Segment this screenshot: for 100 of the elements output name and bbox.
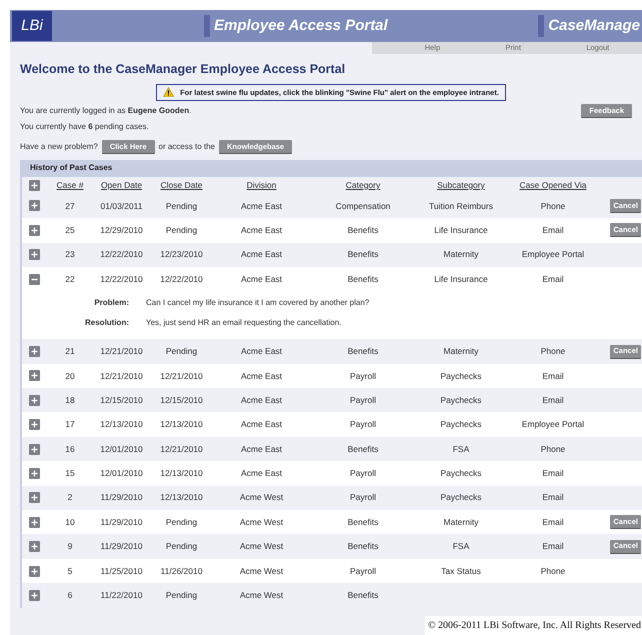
table-cell-text: 11/29/2010: [100, 516, 144, 529]
table-cell-text: 12/13/2010: [159, 491, 204, 504]
table-cell-text: Tuition Reimburs: [428, 200, 494, 212]
expand-icon[interactable]: [28, 180, 40, 191]
table-cell-text: Email: [541, 272, 565, 286]
table-cell-text: 11/29/2010: [100, 540, 144, 553]
table-cell-text: Acme West: [238, 540, 284, 553]
table-cell-text: Phone: [540, 442, 566, 456]
table-cell-text: Email: [541, 370, 565, 382]
table-cell-text: Acme East: [240, 418, 284, 432]
table-cell-text: Benefits: [346, 248, 380, 262]
table-cell-text: Benefits: [346, 589, 380, 602]
table-cell-text: Email: [541, 224, 565, 237]
table-cell-text: 12/13/2010: [159, 418, 204, 432]
expand-icon[interactable]: [28, 566, 40, 577]
table-cell-text: 12/01/2010: [99, 442, 144, 456]
column-header[interactable]: Close Date: [149, 178, 214, 192]
table-cell-text: 11/29/2010: [100, 491, 144, 504]
expand-icon[interactable]: [28, 394, 40, 406]
expand-icon[interactable]: [28, 346, 40, 357]
column-header[interactable]: Division: [214, 178, 309, 192]
table-cell-text: Acme East: [240, 200, 284, 212]
table-cell-text: Benefits: [346, 345, 380, 358]
expand-icon[interactable]: [28, 516, 40, 528]
table-cell-text: Acme East: [240, 442, 284, 456]
expand-icon[interactable]: [28, 419, 40, 430]
table-cell-text: 17: [64, 418, 76, 432]
table-cell-text: 20: [64, 370, 76, 382]
table-cell-text: 12/29/2010: [99, 224, 144, 237]
table-cell-text: 12/15/2010: [99, 394, 144, 407]
expand-icon[interactable]: [28, 541, 40, 552]
table-cell-text: Email: [541, 516, 565, 529]
expand-icon[interactable]: [28, 468, 40, 479]
table-cell-text: Acme East: [240, 467, 284, 480]
table-cell-text: Phone: [540, 564, 566, 578]
table-cell-text: Payroll: [349, 394, 377, 407]
expand-icon[interactable]: [28, 370, 40, 382]
table-cell-text: 12/22/2010: [99, 272, 144, 286]
table-cell-text: 25: [64, 224, 76, 237]
copyright-text: © 2006-2011 LBi Software, Inc. All Rights Reserved: [424, 616, 642, 635]
table-cell-text: Pending: [164, 589, 198, 602]
detail-label: Resolution:: [84, 317, 130, 330]
collapse-icon[interactable]: [28, 274, 40, 285]
table-cell-text: Life Insurance: [433, 224, 489, 237]
table-cell-text: Pending: [164, 200, 198, 212]
table-cell-text: 12/15/2010: [159, 394, 204, 407]
detail-text: Yes, just send HR an email requesting the cancellation.: [146, 317, 342, 330]
table-cell-text: Benefits: [346, 272, 380, 286]
table-cell-text: 12/01/2010: [99, 467, 144, 480]
table-cell-text: 16: [64, 442, 76, 456]
table-cell-text: 11/22/2010: [100, 589, 144, 602]
expand-icon[interactable]: [28, 492, 40, 504]
welcome-heading: Welcome to the CaseManager Employee Access Portal: [20, 61, 346, 78]
expand-icon[interactable]: [28, 590, 40, 601]
table-cell-text: 18: [64, 394, 76, 407]
column-header[interactable]: Open Date: [94, 178, 149, 192]
table-cell-text: Paychecks: [439, 394, 483, 407]
column-header[interactable]: Case Opened Via: [505, 178, 601, 192]
table-cell-text: 12/23/2010: [159, 248, 204, 262]
table-cell-text: 22: [64, 272, 76, 286]
table-cell-text: Payroll: [349, 491, 377, 504]
table-cell-text: Pending: [164, 540, 198, 553]
table-cell-text: Acme West: [238, 516, 284, 529]
table-cell-text: Benefits: [346, 516, 380, 529]
detail-label: Problem:: [93, 297, 130, 310]
table-cell-text: 12/21/2010: [99, 370, 144, 382]
table-cell-text: Pending: [164, 345, 198, 358]
table-cell-text: Employee Portal: [520, 248, 586, 262]
table-cell-text: Phone: [540, 200, 566, 212]
access-text: or access to the: [158, 140, 215, 153]
column-header[interactable]: Subcategory: [417, 178, 505, 192]
column-header[interactable]: Category: [309, 178, 417, 192]
table-cell-text: 11/26/2010: [160, 564, 204, 578]
table-cell-text: Acme West: [238, 564, 284, 578]
table-cell-text: Maternity: [442, 516, 480, 529]
expand-icon[interactable]: [28, 200, 40, 212]
table-cell-text: Email: [541, 491, 565, 504]
table-title: History of Past Cases: [29, 162, 114, 174]
table-cell-text: Maternity: [442, 248, 480, 262]
table-cell-text: Benefits: [346, 442, 380, 456]
table-cell-text: 12/22/2010: [159, 272, 204, 286]
table-cell-text: Payroll: [349, 418, 377, 432]
table-cell-text: 10: [64, 516, 76, 529]
expand-icon[interactable]: [28, 224, 40, 236]
table-cell-text: Acme East: [240, 272, 284, 286]
table-cell-text: Acme West: [238, 491, 284, 504]
table-cell-text: 15: [64, 467, 76, 480]
table-cell-text: Paychecks: [439, 467, 483, 480]
expand-icon[interactable]: [28, 444, 40, 455]
table-cell-text: Payroll: [349, 564, 377, 578]
table-cell-text: Email: [541, 540, 565, 553]
expand-icon[interactable]: [28, 249, 40, 260]
table-cell-text: 21: [64, 345, 76, 358]
table-cell-text: 5: [66, 564, 74, 578]
warning-icon: [163, 87, 174, 98]
table-cell-text: Paychecks: [439, 370, 483, 382]
table-cell-text: 23: [64, 248, 76, 262]
column-header[interactable]: Case #: [46, 178, 94, 192]
table-cell-text: Payroll: [349, 370, 377, 382]
table-cell-text: Benefits: [346, 540, 380, 553]
